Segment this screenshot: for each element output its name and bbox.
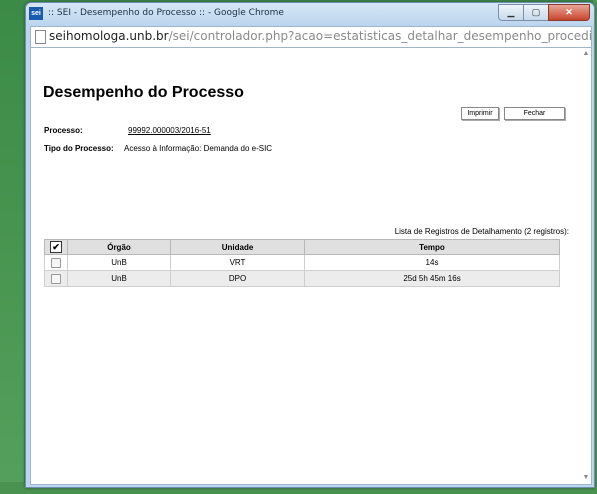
url-text[interactable]: seihomologa.unb.br/sei/controlador.php?a…	[49, 29, 592, 43]
address-bar[interactable]: seihomologa.unb.br/sei/controlador.php?a…	[30, 26, 592, 48]
row-checkbox-cell	[44, 254, 68, 271]
column-header-tempo[interactable]: Tempo	[304, 239, 560, 255]
close-icon: ✕	[565, 7, 573, 17]
window-controls: ▁ ▢ ✕	[498, 4, 590, 21]
column-header-orgao[interactable]: Órgão	[67, 239, 171, 255]
orgao-cell: UnB	[67, 270, 171, 287]
select-all-checkbox[interactable]: ✔	[50, 241, 62, 253]
window-titlebar[interactable]: sei :: SEI - Desempenho do Processo :: -…	[26, 3, 594, 25]
minimize-icon: ▁	[507, 7, 515, 17]
row-checkbox[interactable]	[51, 273, 61, 284]
processo-link[interactable]: 99992.000003/2016-51	[128, 126, 211, 135]
unidade-cell: DPO	[170, 270, 305, 287]
tempo-cell: 25d 5h 45m 16s	[304, 270, 560, 287]
table-row: UnB DPO 25d 5h 45m 16s	[44, 270, 560, 287]
tipo-processo-value: Acesso à Informação: Demanda do e-SIC	[124, 144, 273, 153]
maximize-button[interactable]: ▢	[523, 4, 549, 21]
window-title: :: SEI - Desempenho do Processo :: - Goo…	[48, 8, 284, 18]
tempo-cell: 14s	[304, 254, 560, 271]
table-header-row: ✔ Órgão Unidade Tempo	[44, 239, 560, 255]
page-title: Desempenho do Processo	[43, 84, 244, 101]
desktop-background	[0, 0, 24, 494]
close-button[interactable]: Fechar	[504, 107, 565, 120]
url-host: seihomologa.unb.br	[49, 29, 169, 43]
table-row: UnB VRT 14s	[44, 254, 560, 271]
scroll-down-arrow-icon[interactable]: ▼	[582, 474, 590, 482]
browser-popup-window: sei :: SEI - Desempenho do Processo :: -…	[25, 2, 595, 488]
maximize-icon: ▢	[531, 7, 541, 17]
vertical-scrollbar[interactable]: ▲ ▼	[581, 48, 591, 484]
minimize-button[interactable]: ▁	[498, 4, 524, 21]
page-icon	[35, 30, 46, 44]
table-caption: Lista de Registros de Detalhamento (2 re…	[394, 227, 569, 236]
row-checkbox[interactable]	[51, 257, 61, 268]
orgao-cell: UnB	[67, 254, 171, 271]
unidade-cell: VRT	[170, 254, 305, 271]
details-table: ✔ Órgão Unidade Tempo UnB VRT 14s UnB DP…	[44, 239, 560, 287]
sei-favicon-icon: sei	[29, 7, 43, 20]
tipo-processo-label: Tipo do Processo:	[44, 144, 114, 153]
close-window-button[interactable]: ✕	[548, 4, 590, 21]
print-button[interactable]: Imprimir	[461, 107, 499, 120]
row-checkbox-cell	[44, 270, 68, 287]
column-header-unidade[interactable]: Unidade	[170, 239, 305, 255]
scroll-up-arrow-icon[interactable]: ▲	[582, 50, 590, 58]
url-path: /sei/controlador.php?acao=estatisticas_d…	[168, 29, 592, 43]
processo-label: Processo:	[44, 126, 83, 135]
select-all-header: ✔	[44, 239, 68, 255]
page-content: ▲ ▼ Desempenho do Processo Imprimir Fech…	[30, 47, 592, 485]
